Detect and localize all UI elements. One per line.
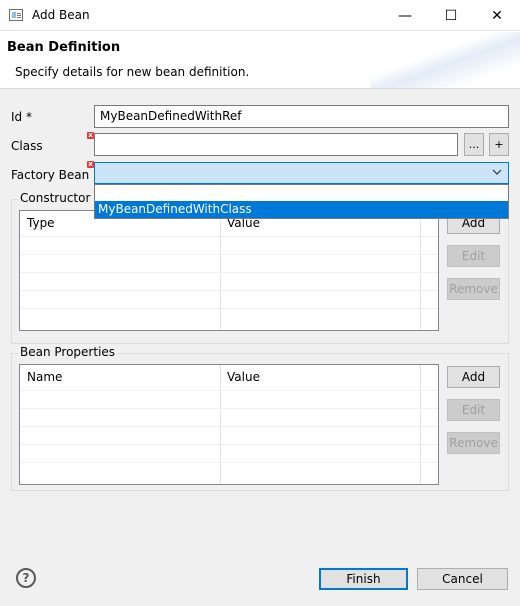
add-class-button[interactable]: +	[489, 133, 509, 156]
finish-button[interactable]: Finish	[319, 568, 408, 590]
minimize-icon: —	[398, 7, 412, 24]
browse-class-button[interactable]: ...	[464, 133, 484, 156]
minimize-button[interactable]: —	[382, 0, 428, 31]
properties-add-button[interactable]: Add	[447, 366, 500, 388]
row-divider	[20, 462, 438, 463]
chevron-down-icon[interactable]	[492, 167, 502, 180]
maximize-icon: ☐	[444, 7, 458, 24]
column-divider	[220, 211, 221, 330]
title-bar: Add Bean — ☐ ✕	[0, 0, 520, 31]
constructor-args-table[interactable]: Type Value	[19, 210, 439, 331]
bean-properties-table[interactable]: Name Value	[19, 364, 439, 485]
header-decoration	[370, 32, 520, 88]
constructor-args-label: Constructor A	[18, 191, 105, 205]
column-header-type[interactable]: Type	[20, 211, 62, 233]
column-header-name[interactable]: Name	[20, 365, 69, 387]
id-label: Id *	[11, 110, 32, 124]
id-field[interactable]: MyBeanDefinedWithRef	[94, 105, 509, 128]
close-icon: ✕	[491, 7, 503, 24]
maximize-button[interactable]: ☐	[428, 0, 474, 31]
column-divider	[220, 365, 221, 484]
class-label: Class	[11, 139, 43, 153]
bean-properties-label: Bean Properties	[18, 345, 118, 359]
row-divider	[20, 308, 438, 309]
column-divider	[420, 211, 421, 330]
column-header-value[interactable]: Value	[220, 365, 267, 387]
error-icon: x	[87, 160, 94, 168]
properties-edit-button[interactable]: Edit	[447, 399, 500, 421]
constructor-remove-button[interactable]: Remove	[447, 278, 500, 300]
error-icon: x	[87, 131, 94, 139]
constructor-edit-button[interactable]: Edit	[447, 245, 500, 267]
row-divider	[20, 290, 438, 291]
row-divider	[20, 426, 438, 427]
close-button[interactable]: ✕	[474, 0, 520, 31]
app-icon	[9, 9, 23, 21]
header-title: Bean Definition	[7, 40, 121, 55]
header-description: Specify details for new bean definition.	[15, 65, 250, 79]
wizard-header: Bean Definition Specify details for new …	[0, 32, 520, 88]
factory-bean-combo[interactable]	[94, 162, 509, 184]
factory-bean-label: Factory Bean	[11, 168, 90, 182]
window-title: Add Bean	[32, 8, 90, 22]
row-divider	[20, 272, 438, 273]
row-divider	[20, 254, 438, 255]
row-divider	[20, 390, 438, 391]
dropdown-option[interactable]: MyBeanDefinedWithClass	[95, 201, 508, 218]
row-divider	[20, 444, 438, 445]
cancel-button[interactable]: Cancel	[417, 568, 508, 590]
help-icon[interactable]: ?	[16, 568, 36, 588]
row-divider	[20, 236, 438, 237]
column-divider	[420, 365, 421, 484]
factory-bean-dropdown[interactable]: MyBeanDefinedWithClass	[94, 184, 509, 219]
properties-remove-button[interactable]: Remove	[447, 432, 500, 454]
row-divider	[20, 408, 438, 409]
class-field[interactable]	[94, 133, 458, 156]
